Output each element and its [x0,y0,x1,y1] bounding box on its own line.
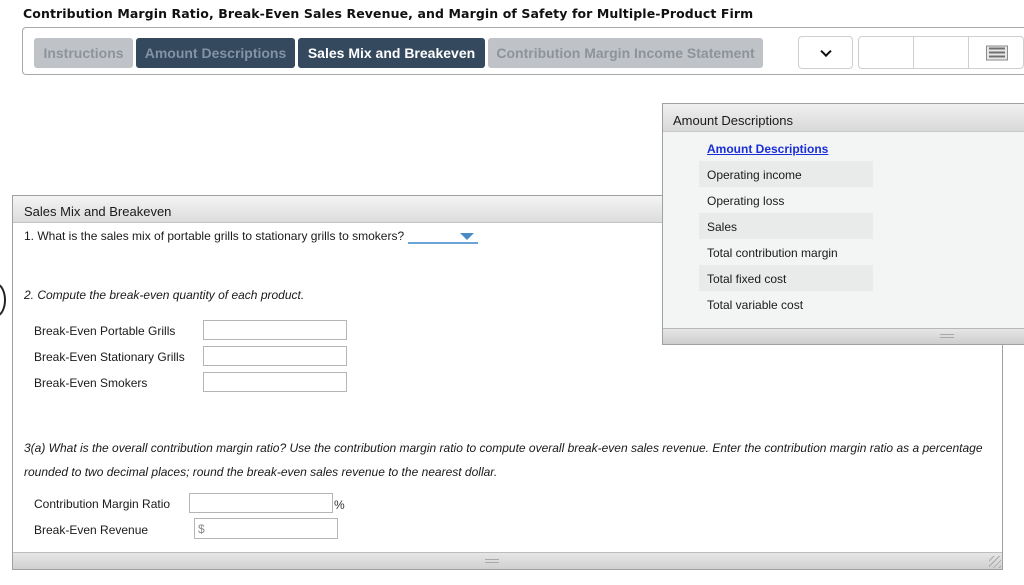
resize-handle-icon[interactable] [989,556,1001,568]
amount-descriptions-list: Amount Descriptions Operating income Ope… [699,135,873,317]
menu-button[interactable] [969,37,1024,68]
tab-sales-mix-and-breakeven[interactable]: Sales Mix and Breakeven [298,38,485,68]
amount-descriptions-title: Amount Descriptions [663,104,1024,132]
menu-icon [985,45,1008,60]
tab-instructions[interactable]: Instructions [34,38,133,68]
amount-panel-footer [663,328,1024,344]
list-item[interactable]: Total contribution margin [699,239,873,265]
panel-footer [13,552,1002,569]
break-even-revenue-label: Break-Even Revenue [34,523,149,537]
break-even-smokers-label: Break-Even Smokers [34,376,148,390]
question-1: 1. What is the sales mix of portable gri… [24,229,405,243]
break-even-portable-grills-label: Break-Even Portable Grills [34,324,176,338]
tab-contribution-margin-income-statement[interactable]: Contribution Margin Income Statement [488,38,763,68]
contribution-margin-ratio-label: Contribution Margin Ratio [34,497,171,511]
page-title: Contribution Margin Ratio, Break-Even Sa… [23,6,754,21]
amount-descriptions-panel: Amount Descriptions Amount Descriptions … [662,103,1024,345]
percent-unit: % [334,498,345,512]
break-even-smokers-input[interactable] [203,372,347,392]
question-3a: 3(a) What is the overall contribution ma… [24,441,983,479]
question-2: 2. Compute the break-even quantity of ea… [24,288,305,302]
list-item: Amount Descriptions [699,135,873,161]
break-even-stationary-grills-input[interactable] [203,346,347,366]
list-item[interactable]: Sales [699,213,873,239]
break-even-revenue-field: $ [194,518,360,539]
tab-bar: Instructions Amount Descriptions Sales M… [22,27,1024,75]
drag-handle-icon[interactable] [940,334,954,338]
dropdown-arrow-icon [460,233,474,240]
list-item[interactable]: Total fixed cost [699,265,873,291]
tab-amount-descriptions[interactable]: Amount Descriptions [136,38,295,68]
tool-button-2[interactable] [914,37,968,68]
sales-mix-dropdown[interactable] [408,229,478,244]
list-item[interactable]: Operating income [699,161,873,187]
list-item[interactable]: Total variable cost [699,291,873,317]
break-even-revenue-input[interactable] [204,519,360,538]
break-even-stationary-grills-label: Break-Even Stationary Grills [34,350,185,364]
list-item[interactable]: Operating loss [699,187,873,213]
tool-button-group [858,36,1024,69]
break-even-portable-grills-input[interactable] [203,320,347,340]
partial-circle-icon [0,283,6,317]
chevron-down-icon [819,45,832,57]
dropdown-button[interactable] [798,36,853,69]
tool-button-1[interactable] [859,37,913,68]
drag-handle-icon[interactable] [485,559,499,563]
dollar-prefix: $ [198,521,205,536]
contribution-margin-ratio-input[interactable] [189,493,333,513]
amount-descriptions-link[interactable]: Amount Descriptions [707,142,828,156]
